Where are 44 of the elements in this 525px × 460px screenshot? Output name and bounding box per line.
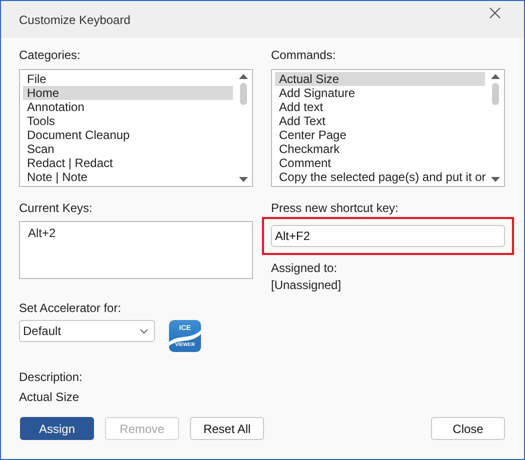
list-item[interactable]: Checkmark bbox=[275, 142, 485, 156]
list-box[interactable]: Actual Size Add Signature Add text Add Text Center Page Checkmark Comment Copy the selected page(s) and put it or bbox=[271, 69, 505, 187]
scroll-thumb[interactable] bbox=[492, 83, 499, 105]
list-item[interactable]: Alt+2 bbox=[28, 226, 56, 240]
app-logo bbox=[169, 320, 201, 352]
field-label: Set Accelerator for: bbox=[19, 301, 122, 315]
list-item[interactable]: Home bbox=[23, 86, 233, 100]
list-item[interactable]: Document Cleanup bbox=[23, 128, 233, 142]
field-label: Press new shortcut key: bbox=[271, 201, 398, 215]
scroll-down-icon[interactable] bbox=[491, 177, 500, 182]
list-item[interactable]: Redact | Redact bbox=[23, 156, 233, 170]
list-item[interactable]: Add Text bbox=[275, 114, 485, 128]
close-icon[interactable] bbox=[488, 6, 502, 20]
scroll-up-icon[interactable] bbox=[491, 74, 500, 79]
scroll-thumb[interactable] bbox=[240, 83, 247, 105]
field-label: Current Keys: bbox=[19, 201, 92, 215]
dialog-button[interactable]: Close bbox=[431, 417, 505, 440]
list-item[interactable]: Annotation bbox=[23, 100, 233, 114]
list-item[interactable]: Tools bbox=[23, 114, 233, 128]
window-title: Customize Keyboard bbox=[19, 12, 130, 26]
field-label: Categories: bbox=[19, 48, 80, 62]
field-label: Assigned to: bbox=[271, 261, 338, 275]
chevron-down-icon bbox=[140, 328, 148, 334]
list-item[interactable]: Actual Size bbox=[275, 72, 485, 86]
list-item[interactable]: Add Signature bbox=[275, 86, 485, 100]
shortcut-input-field[interactable]: Alt+F2 bbox=[271, 225, 505, 247]
list-item[interactable]: Center Page bbox=[275, 128, 485, 142]
accelerator-dropdown[interactable]: Default bbox=[19, 320, 155, 342]
assigned-value: [Unassigned] bbox=[271, 278, 342, 292]
current-keys-list[interactable]: Alt+2 bbox=[19, 221, 253, 279]
list-item[interactable]: Copy the selected page(s) and put it or bbox=[275, 170, 485, 184]
list-item[interactable]: Note | Note bbox=[23, 170, 233, 184]
scroll-down-icon[interactable] bbox=[239, 177, 248, 182]
scroll-up-icon[interactable] bbox=[239, 74, 248, 79]
dialog-button[interactable]: Assign bbox=[20, 417, 94, 440]
list-item[interactable]: Comment bbox=[275, 156, 485, 170]
list-item[interactable]: Scan bbox=[23, 142, 233, 156]
field-label: Description: bbox=[19, 370, 82, 384]
field-label: Commands: bbox=[271, 48, 336, 62]
list-box[interactable]: File Home Annotation Tools Document Cleanup Scan Redact | Redact Note | Note bbox=[19, 69, 253, 187]
list-item[interactable]: File bbox=[23, 72, 233, 86]
description-text: Actual Size bbox=[19, 390, 80, 404]
dialog-button[interactable]: Reset All bbox=[190, 417, 264, 440]
list-item[interactable]: Add text bbox=[275, 100, 485, 114]
